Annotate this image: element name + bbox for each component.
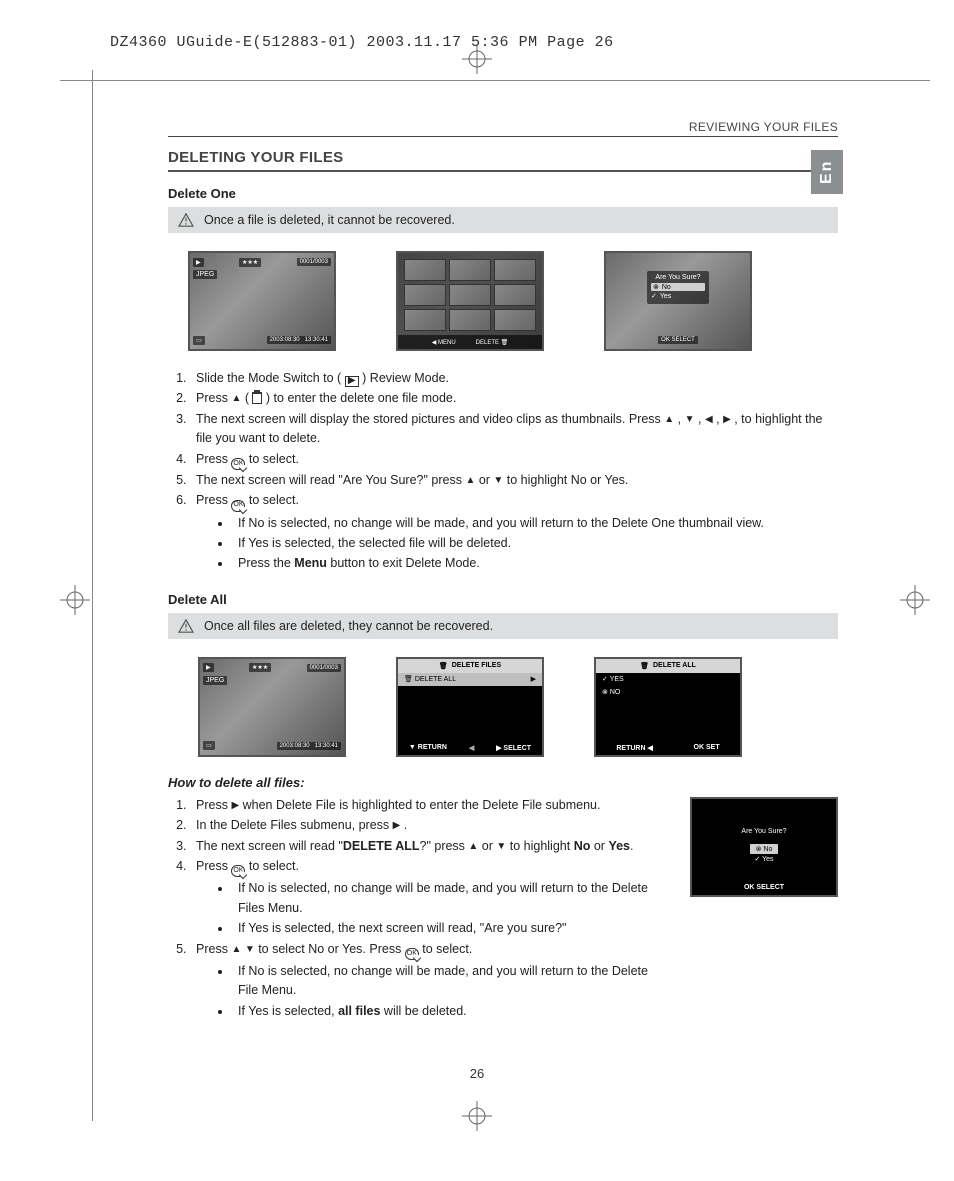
down-arrow-icon: ▼ (493, 476, 503, 486)
warning-bar: Once all files are deleted, they cannot … (168, 613, 838, 639)
lcd-delete-files-menu: 🗑DELETE FILES 🗑 DELETE ALL▶ ▼ RETURN◀▶ S… (396, 657, 544, 757)
step: Press ▲ ▼ to select No or Yes. Press OK … (190, 940, 648, 1022)
step: The next screen will display the stored … (190, 410, 838, 449)
bullet: Press the Menu button to exit Delete Mod… (232, 554, 838, 573)
ok-button-icon: OK (231, 500, 245, 512)
ok-button-icon: OK (405, 948, 419, 960)
steps-delete-all: Press ▶ when Delete File is highlighted … (168, 796, 648, 1021)
subheading-delete-one: Delete One (168, 186, 838, 201)
bullet: If No is selected, no change will be mad… (232, 514, 838, 533)
warning-icon (178, 213, 194, 227)
step: The next screen will read "Are You Sure?… (190, 471, 838, 490)
language-tab: En (811, 150, 843, 194)
section-title: DELETING YOUR FILES (168, 149, 838, 172)
warning-text: Once all files are deleted, they cannot … (204, 619, 493, 633)
header-rule (168, 136, 838, 137)
step: Press ▲ ( ) to enter the delete one file… (190, 389, 838, 408)
lcd-confirm-screen-2: Are You Sure? ⊗ No ✓ Yes OK SELECT (690, 797, 838, 897)
breadcrumb: REVIEWING YOUR FILES (168, 120, 838, 134)
bullet: If Yes is selected, the selected file wi… (232, 534, 838, 553)
warning-text: Once a file is deleted, it cannot be rec… (204, 213, 455, 227)
screenshot-row-1: ▶ ★★★ 0001/0003 JPEG ▭ 2003:08:30 13:30:… (188, 251, 818, 351)
bullet: If Yes is selected, all files will be de… (232, 1002, 648, 1021)
bullet: If No is selected, no change will be mad… (232, 879, 648, 918)
bullet: If Yes is selected, the next screen will… (232, 919, 648, 938)
bullet: If No is selected, no change will be mad… (232, 962, 648, 1001)
trim-line-vertical (92, 70, 93, 1121)
step: Press OK to select. (190, 450, 838, 470)
play-icon: ▶ (345, 376, 359, 387)
steps-delete-one: Slide the Mode Switch to ( ▶ ) Review Mo… (168, 369, 838, 574)
step: Slide the Mode Switch to ( ▶ ) Review Mo… (190, 369, 838, 388)
lcd-delete-all-menu: 🗑DELETE ALL ✓ YES ⊗ NO RETURN ◀OK SET (594, 657, 742, 757)
down-arrow-icon: ▼ (245, 945, 255, 955)
registration-mark-bottom (462, 1101, 492, 1131)
left-arrow-icon: ◀ (705, 415, 713, 425)
up-arrow-icon: ▲ (231, 945, 241, 955)
up-arrow-icon: ▲ (465, 476, 475, 486)
ok-button-icon: OK (231, 865, 245, 877)
lcd-review-screen: ▶ ★★★ 0001/0003 JPEG ▭ 2003:08:30 13:30:… (188, 251, 336, 351)
ok-button-icon: OK (231, 458, 245, 470)
registration-mark-top (462, 44, 492, 74)
up-arrow-icon: ▲ (468, 842, 478, 852)
down-arrow-icon: ▼ (496, 842, 506, 852)
page-content: REVIEWING YOUR FILES En DELETING YOUR FI… (168, 120, 838, 1039)
warning-bar: Once a file is deleted, it cannot be rec… (168, 207, 838, 233)
step: Press ▶ when Delete File is highlighted … (190, 796, 648, 815)
warning-icon (178, 619, 194, 633)
lcd-review-screen: ▶ ★★★ 0001/0003 JPEG ▭ 2003:08:30 13:30:… (198, 657, 346, 757)
print-header: DZ4360 UGuide-E(512883-01) 2003.11.17 5:… (110, 34, 614, 51)
screenshot-row-2: ▶ ★★★ 0001/0003 JPEG ▭ 2003:08:30 13:30:… (198, 657, 818, 757)
trash-icon (252, 392, 262, 404)
right-arrow-icon: ▶ (723, 415, 731, 425)
down-arrow-icon: ▼ (685, 415, 695, 425)
right-arrow-icon: ▶ (231, 801, 239, 811)
step: The next screen will read "DELETE ALL?" … (190, 837, 648, 856)
subheading-delete-all: Delete All (168, 592, 838, 607)
page-number: 26 (0, 1066, 954, 1081)
delete-all-instructions: How to delete all files: Are You Sure? ⊗… (168, 775, 838, 1021)
registration-mark-left (60, 585, 90, 615)
lcd-thumbnail-screen: ◀ MENU DELETE 🗑 (396, 251, 544, 351)
up-arrow-icon: ▲ (231, 394, 241, 404)
step: Press OK to select. If No is selected, n… (190, 857, 648, 939)
registration-mark-right (900, 585, 930, 615)
step: In the Delete Files submenu, press ▶ . (190, 816, 648, 835)
lcd-confirm-screen: Are You Sure? ⊗No ✓Yes OK SELECT (604, 251, 752, 351)
trim-line-horizontal (60, 80, 930, 81)
howto-heading: How to delete all files: (168, 775, 838, 790)
up-arrow-icon: ▲ (664, 415, 674, 425)
step: Press OK to select. If No is selected, n… (190, 491, 838, 574)
